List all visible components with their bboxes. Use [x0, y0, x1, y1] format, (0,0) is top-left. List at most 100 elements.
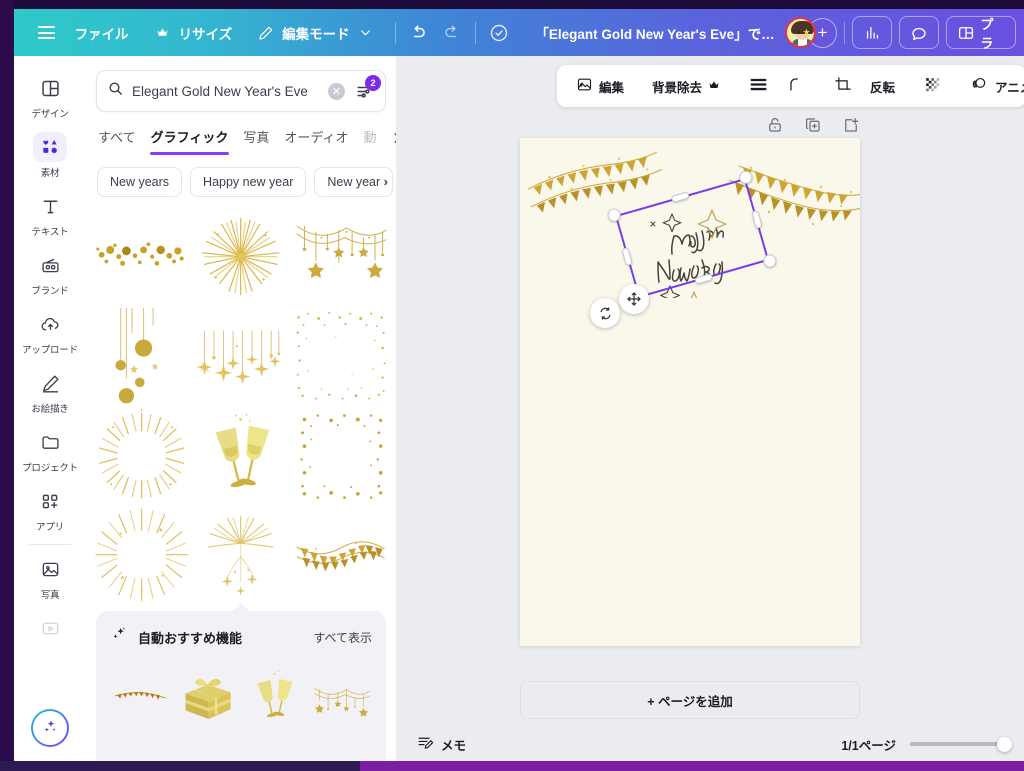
canvas-stage: 編集 背景除去 反転 アニ + ページを追加 メモ 1/1ページ	[396, 56, 1024, 761]
result-gold-bunting-flags[interactable]	[292, 507, 388, 603]
layers-stack-icon	[748, 74, 769, 98]
avatar[interactable]: ★	[784, 17, 816, 48]
corner-radius-icon	[787, 75, 806, 97]
insights-button[interactable]	[852, 16, 892, 49]
animate-button[interactable]: アニメ…	[961, 69, 1024, 103]
crown-icon	[153, 23, 173, 43]
tab-photos[interactable]: 写真	[242, 121, 270, 155]
rotate-handle-icon[interactable]	[590, 298, 620, 328]
clear-x-icon[interactable]: ✕	[328, 82, 345, 100]
present-button[interactable]: プラ	[945, 16, 1017, 51]
sidebar-item-design[interactable]: デザイン	[18, 66, 82, 125]
bg-remove-button[interactable]: 背景除去	[643, 71, 729, 102]
magic-ai-button[interactable]	[31, 709, 69, 747]
result-champagne-toast-glasses[interactable]	[193, 407, 289, 504]
sidebar-item-brand[interactable]: ブランド	[18, 243, 82, 302]
sidebar-item-photos[interactable]: 写真	[18, 547, 82, 606]
present-label: プラ	[980, 16, 994, 51]
undo-button[interactable]	[403, 16, 436, 49]
add-page-icon[interactable]	[838, 112, 864, 138]
sidebar-label-brand: ブランド	[31, 286, 69, 297]
sidebar-item-uploads[interactable]: アップロード	[18, 302, 82, 361]
sidebar-label-draw: お絵描き	[31, 404, 69, 415]
apps-grid-plus-icon	[33, 486, 67, 516]
transparency-button[interactable]	[914, 69, 951, 103]
rec-item-champagne-glasses[interactable]	[244, 661, 305, 733]
rec-item-star-garland[interactable]	[311, 661, 372, 733]
show-all-link[interactable]: すべて表示	[313, 629, 372, 646]
sidebar-item-text[interactable]: テキスト	[18, 184, 82, 243]
resize-button[interactable]: リサイズ	[141, 17, 245, 49]
lock-icon[interactable]	[762, 112, 788, 138]
search-area: ✕ 2	[86, 56, 396, 112]
result-hanging-sparkle-stars[interactable]	[193, 308, 289, 404]
rec-item-gold-bunting-small[interactable]	[110, 661, 171, 733]
zoom-slider[interactable]	[910, 736, 1012, 752]
tab-graphics[interactable]: グラフィック	[149, 121, 230, 155]
search-input[interactable]	[132, 83, 320, 99]
comment-button[interactable]	[898, 16, 939, 49]
move-handle-icon[interactable]	[619, 284, 649, 314]
toolbar-divider	[394, 21, 396, 44]
edit-image-button[interactable]: 編集	[567, 70, 633, 102]
corner-radius-button[interactable]	[778, 69, 815, 103]
redo-button[interactable]	[435, 16, 468, 49]
notes-button[interactable]: メモ	[410, 729, 473, 759]
rec-item-gold-gift-box[interactable]	[177, 661, 238, 733]
sidebar-item-apps[interactable]: アプリ	[18, 479, 82, 538]
design-canvas[interactable]	[520, 138, 860, 646]
chips-next-icon[interactable]: ›	[381, 174, 388, 189]
result-hanging-gold-baubles[interactable]	[94, 308, 190, 404]
selection-handle-w[interactable]	[621, 246, 633, 267]
sidebar-label-uploads: アップロード	[22, 345, 78, 356]
result-gold-dot-square-frame[interactable]	[292, 407, 388, 504]
duplicate-page-icon[interactable]	[800, 112, 826, 138]
document-title[interactable]: 「Elegant Gold New Year's Eve」で…	[525, 17, 784, 49]
cloud-save-status-button[interactable]	[483, 16, 516, 49]
panel-tabs: すべて グラフィック 写真 オーディオ 動	[86, 112, 396, 155]
chevron-down-icon	[356, 23, 376, 43]
flip-button[interactable]: 反転	[861, 71, 904, 102]
result-gold-sunburst[interactable]	[94, 407, 190, 504]
add-page-button[interactable]: + ページを追加	[520, 681, 860, 719]
hamburger-menu-button[interactable]	[30, 16, 63, 49]
result-gold-confetti-dots[interactable]	[94, 209, 190, 305]
auto-recommend-title: 自動おすすめ機能	[138, 630, 243, 646]
context-toolbar: 編集 背景除去 反転 アニ	[557, 65, 1024, 107]
result-gold-starburst-rays[interactable]	[193, 209, 289, 305]
zoom-slider-track	[910, 742, 1010, 746]
photo-image-icon	[33, 554, 67, 584]
filter-button[interactable]: 2	[353, 75, 381, 102]
edit-mode-button[interactable]: 編集モード	[244, 17, 388, 49]
notes-label: メモ	[441, 738, 467, 753]
tab-all[interactable]: すべて	[97, 121, 137, 155]
edit-mode-label: 編集モード	[282, 26, 350, 42]
chip-new-years[interactable]: New years	[97, 167, 183, 197]
suggested-chips: New years Happy new year New year ›	[86, 155, 396, 203]
sidebar-label-brandtext: テキスト	[31, 227, 69, 238]
tab-video[interactable]: 動	[362, 121, 377, 155]
result-gold-radial-sparkle[interactable]	[94, 507, 190, 603]
sidebar-item-elements[interactable]: 素材	[18, 125, 82, 184]
window-bottom-strip	[0, 761, 1024, 771]
file-menu-button[interactable]: ファイル	[63, 17, 141, 49]
result-gold-firework[interactable]	[193, 507, 289, 603]
zoom-slider-knob[interactable]	[997, 736, 1012, 752]
redo-icon	[442, 23, 462, 43]
magic-sparkle-icon	[41, 717, 60, 739]
tab-audio[interactable]: オーディオ	[283, 121, 349, 155]
image-edit-icon	[576, 76, 593, 96]
app-window: ファイル リサイズ 編集モード 「Elegant Gold New Year's…	[0, 0, 1024, 771]
chip-happy-new-year[interactable]: Happy new year	[190, 167, 307, 197]
result-gold-glitter-frame[interactable]	[292, 308, 388, 404]
notes-icon	[417, 734, 434, 754]
layers-stack-button[interactable]	[739, 68, 778, 104]
result-hanging-stars-garland[interactable]	[292, 209, 388, 305]
sidebar-item-projects[interactable]: プロジェクト	[18, 420, 82, 479]
selection-handle-se[interactable]	[761, 252, 778, 269]
sidebar-item-videos[interactable]	[18, 606, 82, 648]
crop-button[interactable]	[825, 70, 861, 103]
sidebar-item-draw[interactable]: お絵描き	[18, 361, 82, 420]
search-box[interactable]: ✕ 2	[96, 70, 386, 112]
top-toolbar: ファイル リサイズ 編集モード 「Elegant Gold New Year's…	[14, 9, 1024, 56]
